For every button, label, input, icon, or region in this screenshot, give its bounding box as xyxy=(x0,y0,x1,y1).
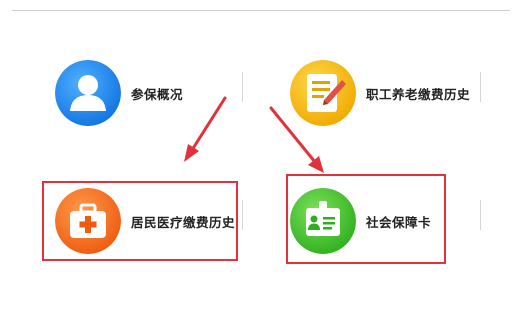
annotation-arrow-right xyxy=(269,106,324,173)
annotation-arrow-left xyxy=(184,96,227,162)
